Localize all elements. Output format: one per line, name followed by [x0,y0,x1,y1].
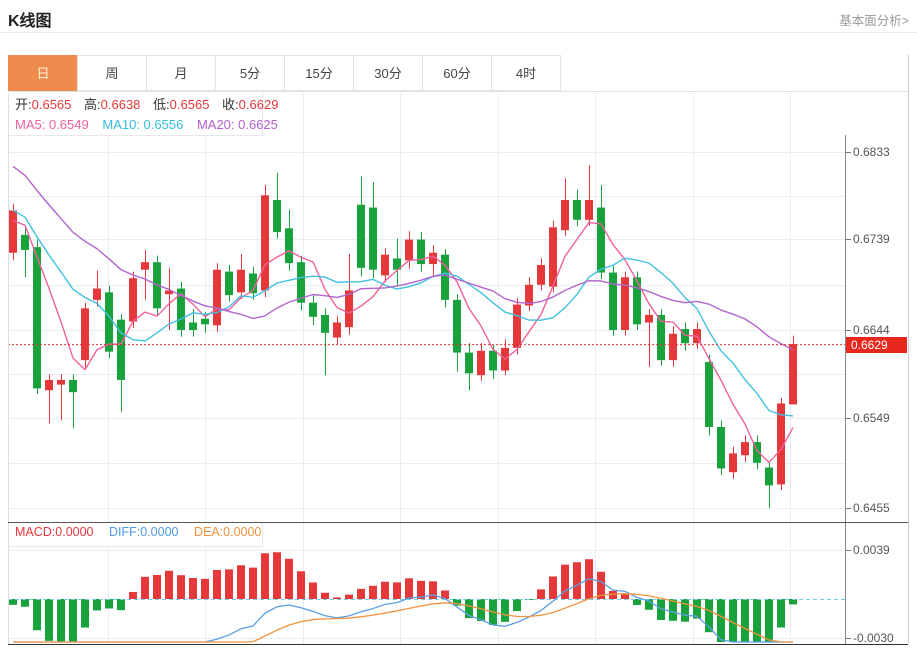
high-value: 0.6638 [100,97,141,112]
low-value: 0.6565 [169,97,210,112]
dea-value: DEA:0.0000 [193,525,262,539]
kline-page: K线图 基本面分析> 日 周 月 5分 15分 30分 60分 4时 开:0.6… [0,0,917,654]
high-label: 高: [84,97,101,112]
axis-tick-main-1: 0.6739 [845,232,890,246]
axis-tick-macd-0: 0.0039 [845,543,890,557]
tab-weekly[interactable]: 周 [77,55,147,91]
ma20-value: MA20: 0.6625 [196,117,278,132]
tab-15min[interactable]: 15分 [284,55,354,91]
close-label: 收: [222,97,239,112]
period-tabbar: 日 周 月 5分 15分 30分 60分 4时 [8,55,561,91]
tab-monthly[interactable]: 月 [146,55,216,91]
last-price-badge: 0.6629 [846,337,907,353]
axis-tick-main-0: 0.6833 [845,145,890,159]
tab-daily[interactable]: 日 [8,55,78,91]
tab-60min[interactable]: 60分 [422,55,492,91]
axis-tick-main-4: 0.6455 [845,501,890,515]
ma-line: MA5: 0.6549 MA10: 0.6556 MA20: 0.6625 [15,115,278,135]
header-divider [0,32,917,33]
diff-value: DIFF:0.0000 [109,525,179,539]
ma5-value: MA5: 0.6549 [15,117,89,132]
axis-tick-main-2: 0.6644 [845,323,890,337]
ma10-value: MA10: 0.6556 [102,117,184,132]
ohlc-line: 开:0.6565 高:0.6638 低:0.6565 收:0.6629 [15,95,278,115]
low-label: 低: [153,97,170,112]
macd-info-box: MACD:0.0000 DIFF:0.0000 DEA:0.0000 [9,523,263,547]
open-label: 开: [15,97,32,112]
tab-5min[interactable]: 5分 [215,55,285,91]
tab-4hour[interactable]: 4时 [491,55,561,91]
close-value: 0.6629 [238,97,279,112]
ohlc-info-box: 开:0.6565 高:0.6638 低:0.6565 收:0.6629 MA5:… [9,92,278,136]
page-title: K线图 [8,13,52,30]
macd-value: MACD:0.0000 [15,525,94,539]
tab-30min[interactable]: 30分 [353,55,423,91]
open-value: 0.6565 [31,97,72,112]
axis-tick-main-3: 0.6549 [845,411,890,425]
fundamental-analysis-link[interactable]: 基本面分析> [839,10,909,29]
axis-tick-macd-1: -0.0030 [845,631,894,645]
